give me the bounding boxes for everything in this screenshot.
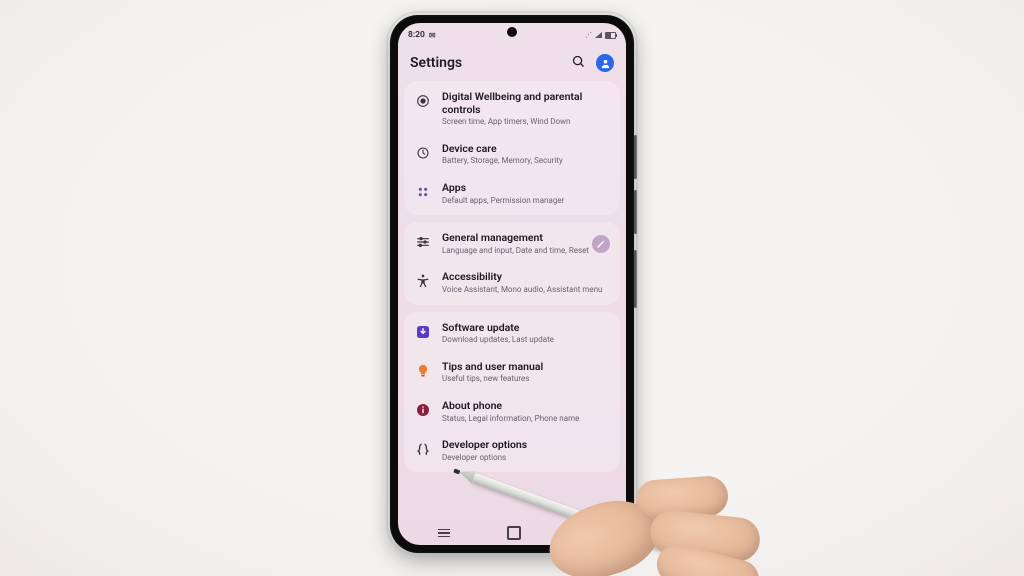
developer-icon (414, 440, 432, 458)
item-title: Accessibility (442, 271, 608, 284)
nav-back[interactable] (578, 528, 586, 538)
item-title: Tips and user manual (442, 361, 608, 374)
item-subtitle: Screen time, App timers, Wind Down (442, 117, 608, 127)
item-title: Apps (442, 182, 608, 195)
mail-icon: ✉ (429, 31, 436, 40)
update-icon (414, 323, 432, 341)
front-camera (507, 27, 517, 37)
wifi-icon: ⋰ (585, 31, 592, 39)
tips-icon (414, 362, 432, 380)
nav-home[interactable] (507, 526, 521, 540)
item-subtitle: Useful tips, new features (442, 374, 608, 384)
profile-avatar[interactable] (596, 54, 614, 72)
wellbeing-icon (414, 92, 432, 110)
item-title: Digital Wellbeing and parental controls (442, 91, 608, 116)
apps-icon (414, 183, 432, 201)
item-subtitle: Default apps, Permission manager (442, 196, 608, 206)
settings-item-general-management[interactable]: General management Language and input, D… (404, 224, 620, 263)
item-subtitle: Language and input, Date and time, Reset (442, 246, 608, 256)
item-title: General management (442, 232, 608, 245)
item-subtitle: Battery, Storage, Memory, Security (442, 156, 608, 166)
item-title: About phone (442, 400, 608, 413)
settings-item-developer-options[interactable]: Developer options Developer options (404, 431, 620, 470)
item-title: Device care (442, 143, 608, 156)
volume-up-button[interactable] (634, 135, 637, 179)
screen: 8:20 ✉ ⋰ Settings (398, 23, 626, 545)
settings-item-tips[interactable]: Tips and user manual Useful tips, new fe… (404, 353, 620, 392)
general-icon (414, 233, 432, 251)
device-care-icon (414, 144, 432, 162)
item-title: Developer options (442, 439, 608, 452)
item-subtitle: Download updates, Last update (442, 335, 608, 345)
item-subtitle: Status, Legal information, Phone name (442, 414, 608, 424)
accessibility-icon (414, 272, 432, 290)
settings-item-software-update[interactable]: Software update Download updates, Last u… (404, 314, 620, 353)
settings-group: Digital Wellbeing and parental controls … (404, 81, 620, 215)
settings-list[interactable]: Digital Wellbeing and parental controls … (404, 81, 620, 521)
nav-recents[interactable] (438, 529, 450, 538)
settings-item-apps[interactable]: Apps Default apps, Permission manager (404, 174, 620, 213)
status-time: 8:20 (408, 30, 425, 40)
settings-item-about-phone[interactable]: About phone Status, Legal information, P… (404, 392, 620, 431)
settings-group: Software update Download updates, Last u… (404, 312, 620, 473)
phone-frame: 8:20 ✉ ⋰ Settings (390, 15, 634, 553)
item-subtitle: Voice Assistant, Mono audio, Assistant m… (442, 285, 608, 295)
settings-header: Settings (398, 45, 626, 81)
about-icon (414, 401, 432, 419)
volume-down-button[interactable] (634, 190, 637, 234)
settings-item-accessibility[interactable]: Accessibility Voice Assistant, Mono audi… (404, 263, 620, 302)
spen-badge-icon[interactable] (592, 235, 610, 253)
item-subtitle: Developer options (442, 453, 608, 463)
scene: 8:20 ✉ ⋰ Settings (0, 0, 1024, 576)
power-button[interactable] (634, 250, 637, 308)
battery-icon (605, 32, 616, 39)
item-title: Software update (442, 322, 608, 335)
settings-item-device-care[interactable]: Device care Battery, Storage, Memory, Se… (404, 135, 620, 174)
page-title: Settings (410, 55, 462, 71)
settings-item-digital-wellbeing[interactable]: Digital Wellbeing and parental controls … (404, 83, 620, 135)
signal-icon (595, 32, 602, 38)
settings-group: General management Language and input, D… (404, 222, 620, 304)
status-icons: ⋰ (585, 31, 616, 39)
search-icon[interactable] (571, 54, 586, 73)
